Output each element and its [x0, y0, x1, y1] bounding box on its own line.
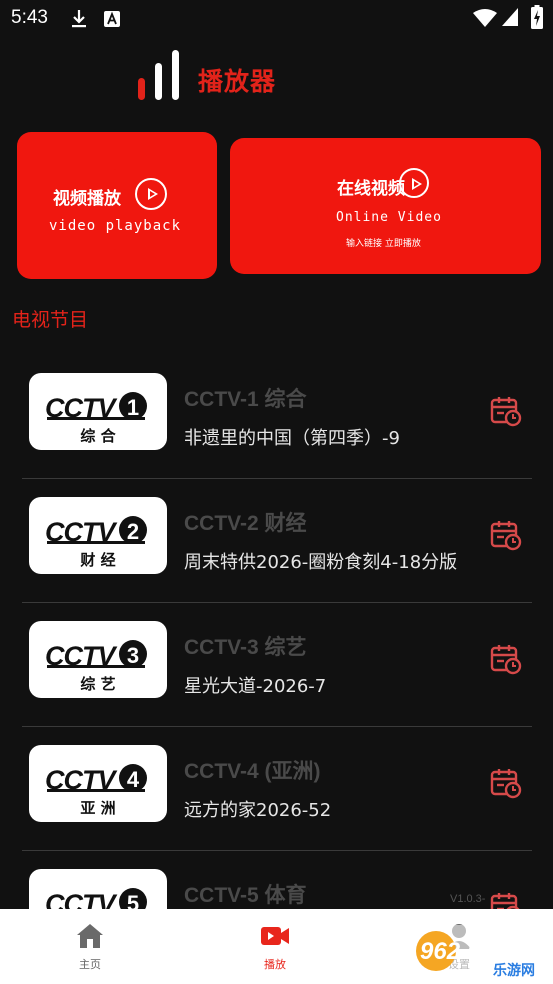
watermark-logo: 962.NET 乐游网: [414, 925, 550, 979]
svg-text:4: 4: [127, 767, 140, 792]
channel-name: CCTV-3 综艺: [184, 636, 307, 659]
channel-row[interactable]: CCTV 3 综 艺 CCTV-3 综艺 星光大道-2026-7: [22, 603, 532, 727]
battery-charging-icon: [531, 5, 543, 29]
schedule-calendar-icon[interactable]: [490, 395, 522, 427]
svg-text:综 合: 综 合: [80, 427, 116, 445]
channel-logo: CCTV 1 综 合: [29, 373, 167, 450]
svg-text:1: 1: [127, 395, 139, 420]
channel-logo: CCTV 3 综 艺: [29, 621, 167, 698]
channel-list[interactable]: CCTV 1 综 合 CCTV-1 综合 非遗里的中国（第四季）-9 CCTV: [0, 355, 553, 910]
play-circle-icon: [135, 178, 167, 210]
schedule-calendar-icon[interactable]: [490, 891, 522, 910]
channel-program: 非遗里的中国（第四季）-9: [184, 428, 400, 449]
nav-label: 主页: [79, 958, 101, 971]
video-playback-card[interactable]: 视频播放 video playback: [17, 132, 217, 279]
channel-program: 星光大道-2026-7: [184, 676, 327, 697]
card-subtitle: video playback: [49, 218, 182, 234]
video-camera-icon: [261, 927, 289, 945]
card-title: 视频播放: [53, 189, 121, 209]
status-bar: 5:43: [0, 0, 553, 38]
schedule-calendar-icon[interactable]: [490, 643, 522, 675]
channel-name: CCTV-1 综合: [184, 388, 307, 411]
cctv-logo-icon: CCTV 5 体 育: [45, 888, 147, 910]
section-title: 电视节目: [12, 309, 89, 331]
card-title: 在线视频: [337, 179, 405, 199]
channel-logo: CCTV 2 财 经: [29, 497, 167, 574]
online-video-card[interactable]: 在线视频 Online Video 输入链接 立即播放: [230, 138, 541, 274]
nav-item-play[interactable]: 播放: [215, 909, 335, 984]
card-subtitle: Online Video: [336, 210, 442, 225]
svg-text:962.NET: 962.NET: [420, 938, 517, 965]
download-icon: [72, 10, 86, 28]
app-logo-icon: [138, 50, 179, 100]
nav-label: 播放: [264, 958, 286, 971]
font-a-icon: [104, 11, 120, 27]
svg-text:3: 3: [127, 643, 139, 668]
signal-icon: [502, 8, 518, 26]
channel-program: 远方的家2026-52: [184, 800, 332, 821]
channel-row[interactable]: CCTV 1 综 合 CCTV-1 综合 非遗里的中国（第四季）-9: [22, 355, 532, 479]
channel-name: CCTV-2 财经: [184, 512, 307, 535]
cctv-logo-icon: CCTV 4 亚 洲: [45, 764, 147, 817]
page-title: 播放器: [198, 67, 277, 96]
cctv-logo-icon: CCTV 2 财 经: [45, 516, 147, 569]
svg-text:5: 5: [127, 891, 139, 910]
play-circle-icon: [399, 168, 429, 198]
channel-program: 周末特供2026-圈粉食刻4-18分版: [184, 552, 458, 573]
channel-logo: CCTV 5 体 育: [29, 869, 167, 910]
version-label: V1.0.3-: [450, 893, 486, 905]
card-note: 输入链接 立即播放: [346, 239, 421, 249]
cctv-logo-icon: CCTV 3 综 艺: [45, 640, 147, 693]
home-icon: [77, 924, 103, 948]
channel-name: CCTV-5 体育: [184, 884, 307, 907]
channel-name: CCTV-4 (亚洲): [184, 760, 321, 783]
svg-text:综 艺: 综 艺: [80, 675, 115, 693]
status-time: 5:43: [11, 7, 48, 28]
svg-text:乐游网: 乐游网: [493, 962, 535, 979]
schedule-calendar-icon[interactable]: [490, 767, 522, 799]
cctv-logo-icon: CCTV 1 综 合: [45, 392, 147, 445]
channel-row[interactable]: CCTV 4 亚 洲 CCTV-4 (亚洲) 远方的家2026-52: [22, 727, 532, 851]
nav-item-home[interactable]: 主页: [30, 909, 150, 984]
channel-logo: CCTV 4 亚 洲: [29, 745, 167, 822]
svg-text:2: 2: [127, 519, 139, 544]
svg-text:CCTV: CCTV: [45, 889, 117, 910]
schedule-calendar-icon[interactable]: [490, 519, 522, 551]
channel-row[interactable]: CCTV 2 财 经 CCTV-2 财经 周末特供2026-圈粉食刻4-18分版: [22, 479, 532, 603]
svg-text:财 经: 财 经: [80, 551, 115, 569]
svg-text:亚 洲: 亚 洲: [80, 799, 115, 817]
wifi-icon: [473, 9, 497, 27]
